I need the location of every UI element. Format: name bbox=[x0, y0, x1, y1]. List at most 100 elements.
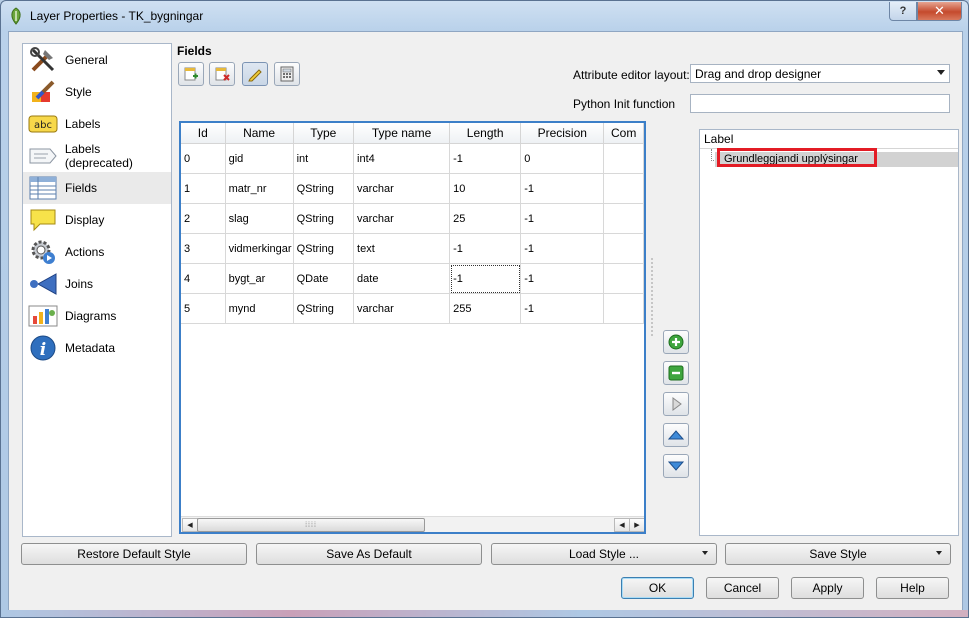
table-cell[interactable] bbox=[603, 143, 644, 174]
move-up-button[interactable] bbox=[663, 423, 689, 447]
table-cell[interactable] bbox=[603, 293, 644, 324]
help-button[interactable]: Help bbox=[876, 577, 949, 599]
sidebar-item-general[interactable]: General bbox=[23, 44, 171, 76]
column-header-precision[interactable]: Precision bbox=[520, 123, 605, 144]
move-down-button[interactable] bbox=[663, 454, 689, 478]
table-cell[interactable] bbox=[603, 203, 644, 234]
table-cell[interactable]: varchar bbox=[353, 293, 451, 324]
table-cell[interactable]: QString bbox=[293, 293, 355, 324]
scroll-left-icon[interactable]: ◀ bbox=[614, 518, 630, 532]
layout-tree[interactable]: Label Grundleggjandi upplýsingar bbox=[699, 129, 959, 536]
sidebar-item-actions[interactable]: Actions bbox=[23, 236, 171, 268]
attribute-editor-layout-label: Attribute editor layout: bbox=[573, 68, 690, 82]
help-title-label: ? bbox=[899, 5, 907, 17]
cancel-button[interactable]: Cancel bbox=[706, 577, 779, 599]
table-cell[interactable]: -1 bbox=[449, 143, 522, 174]
table-cell[interactable]: 25 bbox=[449, 203, 522, 234]
column-header-type[interactable]: Type bbox=[293, 123, 355, 144]
table-cell[interactable]: -1 bbox=[520, 263, 605, 294]
column-header-name[interactable]: Name bbox=[225, 123, 294, 144]
calculator-icon bbox=[280, 66, 294, 82]
table-cell[interactable]: -1 bbox=[449, 233, 522, 264]
table-cell[interactable]: 3 bbox=[181, 233, 226, 264]
python-init-input[interactable] bbox=[690, 94, 950, 113]
table-row[interactable]: 4 bygt_ar QDate date -1 -1 bbox=[181, 263, 644, 294]
table-row[interactable]: 5 mynd QString varchar 255 -1 bbox=[181, 293, 644, 324]
table-cell[interactable]: 0 bbox=[520, 143, 605, 174]
table-cell[interactable]: 5 bbox=[181, 293, 226, 324]
table-cell[interactable]: bygt_ar bbox=[225, 263, 294, 294]
restore-default-style-button[interactable]: Restore Default Style bbox=[21, 543, 247, 565]
table-row[interactable]: 1 matr_nr QString varchar 10 -1 bbox=[181, 173, 644, 204]
table-cell[interactable]: -1 bbox=[520, 173, 605, 204]
tools-icon bbox=[27, 46, 59, 74]
sidebar-item-metadata[interactable]: i Metadata bbox=[23, 332, 171, 364]
table-cell[interactable]: varchar bbox=[353, 203, 451, 234]
column-header-comment[interactable]: Com bbox=[603, 123, 644, 144]
column-header-length[interactable]: Length bbox=[449, 123, 522, 144]
save-style-button[interactable]: Save Style bbox=[725, 543, 951, 565]
table-row[interactable]: 0 gid int int4 -1 0 bbox=[181, 143, 644, 174]
remove-from-layout-button[interactable] bbox=[663, 361, 689, 385]
table-cell[interactable] bbox=[603, 173, 644, 204]
table-cell[interactable]: -1 bbox=[520, 293, 605, 324]
table-cell[interactable]: 10 bbox=[449, 173, 522, 204]
column-header-type-name[interactable]: Type name bbox=[353, 123, 451, 144]
close-window-button[interactable]: ✕ bbox=[917, 2, 962, 21]
sidebar-item-diagrams[interactable]: Diagrams bbox=[23, 300, 171, 332]
scroll-right-icon[interactable]: ▶ bbox=[629, 518, 644, 532]
table-cell[interactable]: 255 bbox=[449, 293, 522, 324]
sidebar-item-labels-deprecated[interactable]: Labels (deprecated) bbox=[23, 140, 171, 172]
load-style-button[interactable]: Load Style ... bbox=[491, 543, 717, 565]
sidebar-item-style[interactable]: Style bbox=[23, 76, 171, 108]
table-cell[interactable]: QDate bbox=[293, 263, 355, 294]
table-cell[interactable]: QString bbox=[293, 173, 355, 204]
help-title-button[interactable]: ? bbox=[889, 2, 917, 21]
table-cell[interactable]: slag bbox=[225, 203, 294, 234]
title-bar[interactable]: Layer Properties - TK_bygningar ? ✕ bbox=[1, 1, 968, 31]
table-cell[interactable]: 4 bbox=[181, 263, 226, 294]
table-cell[interactable]: varchar bbox=[353, 173, 451, 204]
table-cell[interactable]: gid bbox=[225, 143, 294, 174]
table-cell[interactable] bbox=[603, 263, 644, 294]
chevron-down-icon bbox=[937, 70, 945, 75]
table-cell[interactable]: vidmerkingar bbox=[225, 233, 294, 264]
table-cell[interactable]: mynd bbox=[225, 293, 294, 324]
table-cell[interactable]: text bbox=[353, 233, 451, 264]
table-cell[interactable]: date bbox=[353, 263, 451, 294]
table-cell[interactable]: 1 bbox=[181, 173, 226, 204]
table-row[interactable]: 2 slag QString varchar 25 -1 bbox=[181, 203, 644, 234]
column-header-id[interactable]: Id bbox=[181, 123, 226, 144]
table-cell-focused[interactable]: -1 bbox=[449, 263, 522, 294]
delete-field-button[interactable] bbox=[209, 62, 235, 86]
fields-table[interactable]: Id Name Type Type name Length Precision … bbox=[179, 121, 646, 534]
save-as-default-button[interactable]: Save As Default bbox=[256, 543, 482, 565]
sidebar-item-fields[interactable]: Fields bbox=[23, 172, 171, 204]
table-cell[interactable]: QString bbox=[293, 233, 355, 264]
table-row[interactable]: 3 vidmerkingar QString text -1 -1 bbox=[181, 233, 644, 264]
sidebar-item-joins[interactable]: Joins bbox=[23, 268, 171, 300]
move-right-button[interactable] bbox=[663, 392, 689, 416]
apply-button[interactable]: Apply bbox=[791, 577, 864, 599]
attribute-editor-layout-select[interactable]: Drag and drop designer bbox=[690, 64, 950, 83]
splitter-handle[interactable] bbox=[650, 257, 654, 337]
sidebar-item-display[interactable]: Display bbox=[23, 204, 171, 236]
new-field-button[interactable] bbox=[178, 62, 204, 86]
ok-button[interactable]: OK bbox=[621, 577, 694, 599]
field-calculator-button[interactable] bbox=[274, 62, 300, 86]
toggle-editing-button[interactable] bbox=[242, 62, 268, 86]
table-cell[interactable]: int4 bbox=[353, 143, 451, 174]
table-cell[interactable] bbox=[603, 233, 644, 264]
table-cell[interactable]: 2 bbox=[181, 203, 226, 234]
table-cell[interactable]: QString bbox=[293, 203, 355, 234]
table-cell[interactable]: matr_nr bbox=[225, 173, 294, 204]
table-cell[interactable]: int bbox=[293, 143, 355, 174]
sidebar-item-labels[interactable]: abc Labels bbox=[23, 108, 171, 140]
horizontal-scrollbar[interactable]: ◀ ⁞⁞⁞⁞ ◀ ▶ bbox=[181, 516, 644, 532]
table-cell[interactable]: -1 bbox=[520, 203, 605, 234]
table-cell[interactable]: 0 bbox=[181, 143, 226, 174]
scrollbar-thumb[interactable]: ⁞⁞⁞⁞ bbox=[197, 518, 425, 532]
scroll-left-icon[interactable]: ◀ bbox=[182, 518, 198, 532]
add-to-layout-button[interactable] bbox=[663, 330, 689, 354]
table-cell[interactable]: -1 bbox=[520, 233, 605, 264]
